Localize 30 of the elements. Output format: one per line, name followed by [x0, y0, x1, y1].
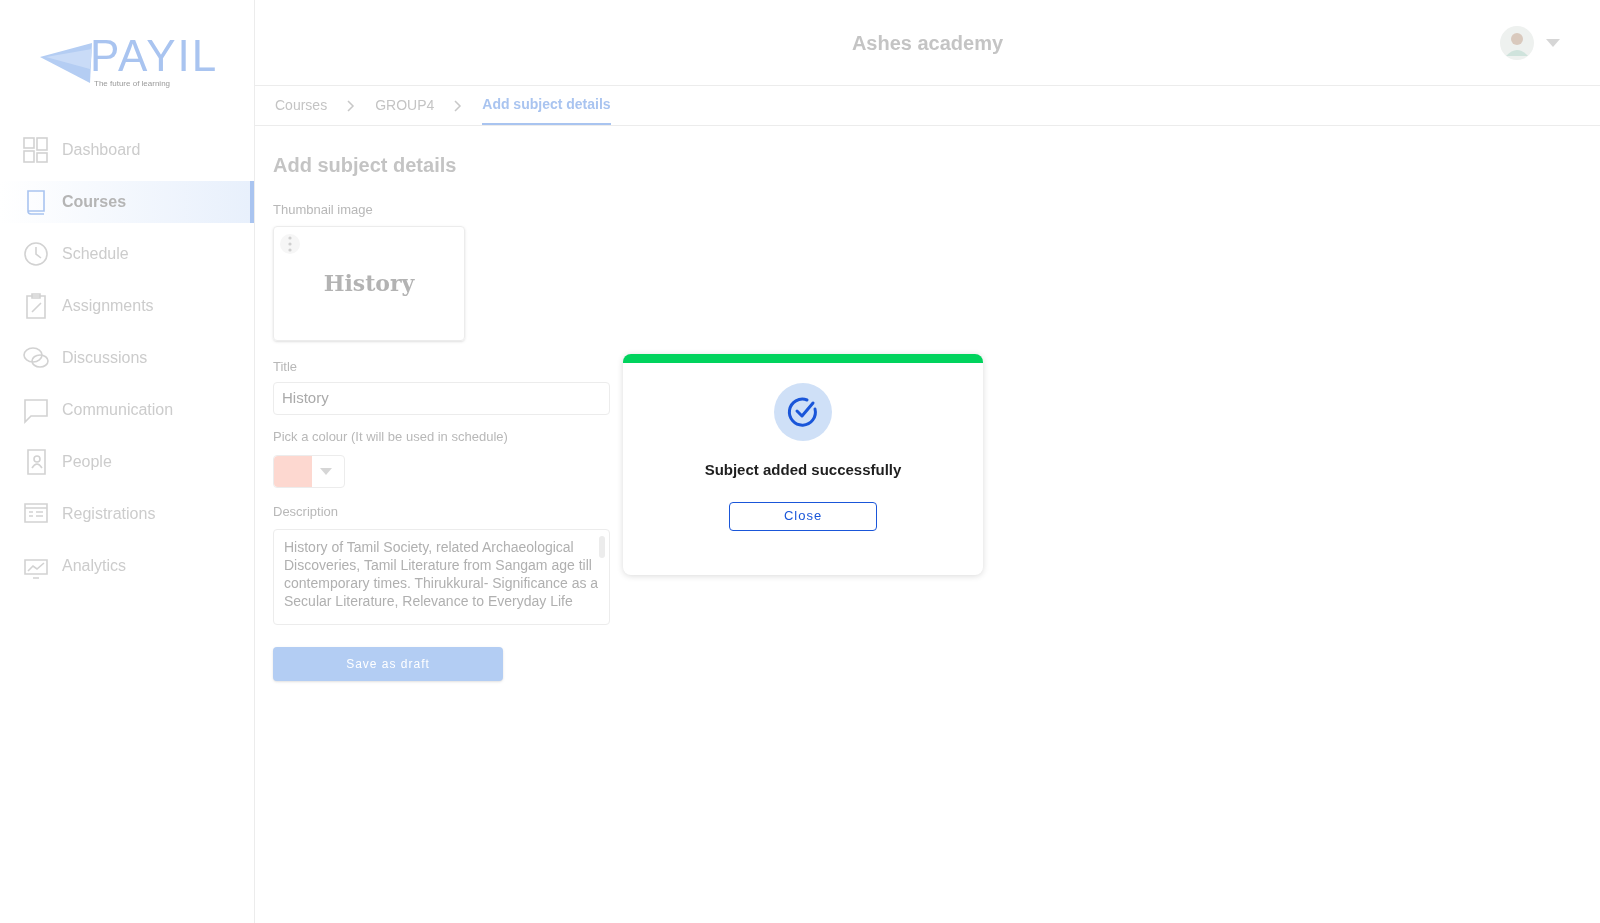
more-icon[interactable]	[280, 232, 300, 255]
chevron-icon	[347, 99, 356, 112]
page-heading: Add subject details	[273, 153, 458, 178]
close-button[interactable]: Close	[729, 501, 877, 531]
title-field[interactable]: History	[273, 382, 610, 415]
field-label: Description	[273, 502, 340, 521]
dialog-message: Subject added successfully	[704, 460, 902, 480]
breadcrumb-link[interactable]: Courses	[275, 86, 328, 125]
field-label: Thumbnail image	[273, 201, 374, 219]
chevron-icon	[454, 99, 463, 112]
caret-icon	[320, 467, 332, 475]
check-circle-icon	[774, 383, 832, 441]
colour-picker[interactable]	[273, 454, 345, 488]
grid-icon	[22, 136, 50, 164]
field-label: Title	[273, 357, 299, 376]
save-draft-button[interactable]: Save as draft	[273, 647, 503, 681]
field-label: Pick a colour (It will be used in schedule)	[273, 428, 509, 446]
logo-tagline: The future of learning	[93, 78, 172, 90]
thumbnail-text: History	[323, 268, 415, 298]
logo-wordmark: PAYIL	[90, 34, 219, 78]
clock-icon	[22, 240, 50, 268]
avatar[interactable]	[1500, 25, 1534, 60]
academy-title: Ashes academy	[851, 30, 1004, 56]
chat-icon	[22, 396, 50, 424]
colour-swatch	[274, 455, 312, 487]
breadcrumb-link[interactable]: Add subject details	[482, 86, 611, 125]
thumbnail-card[interactable]: History	[273, 225, 465, 341]
breadcrumb-link[interactable]: GROUP4	[375, 86, 435, 125]
description-field[interactable]: History of Tamil Society, related Archaeological Discoveries, Tamil Literature from Sangam age till contemporary times. Thirukkural- Significance as a Secular Literature, Relevance to Everyday Life	[273, 529, 610, 625]
caret-icon[interactable]	[1546, 38, 1560, 47]
